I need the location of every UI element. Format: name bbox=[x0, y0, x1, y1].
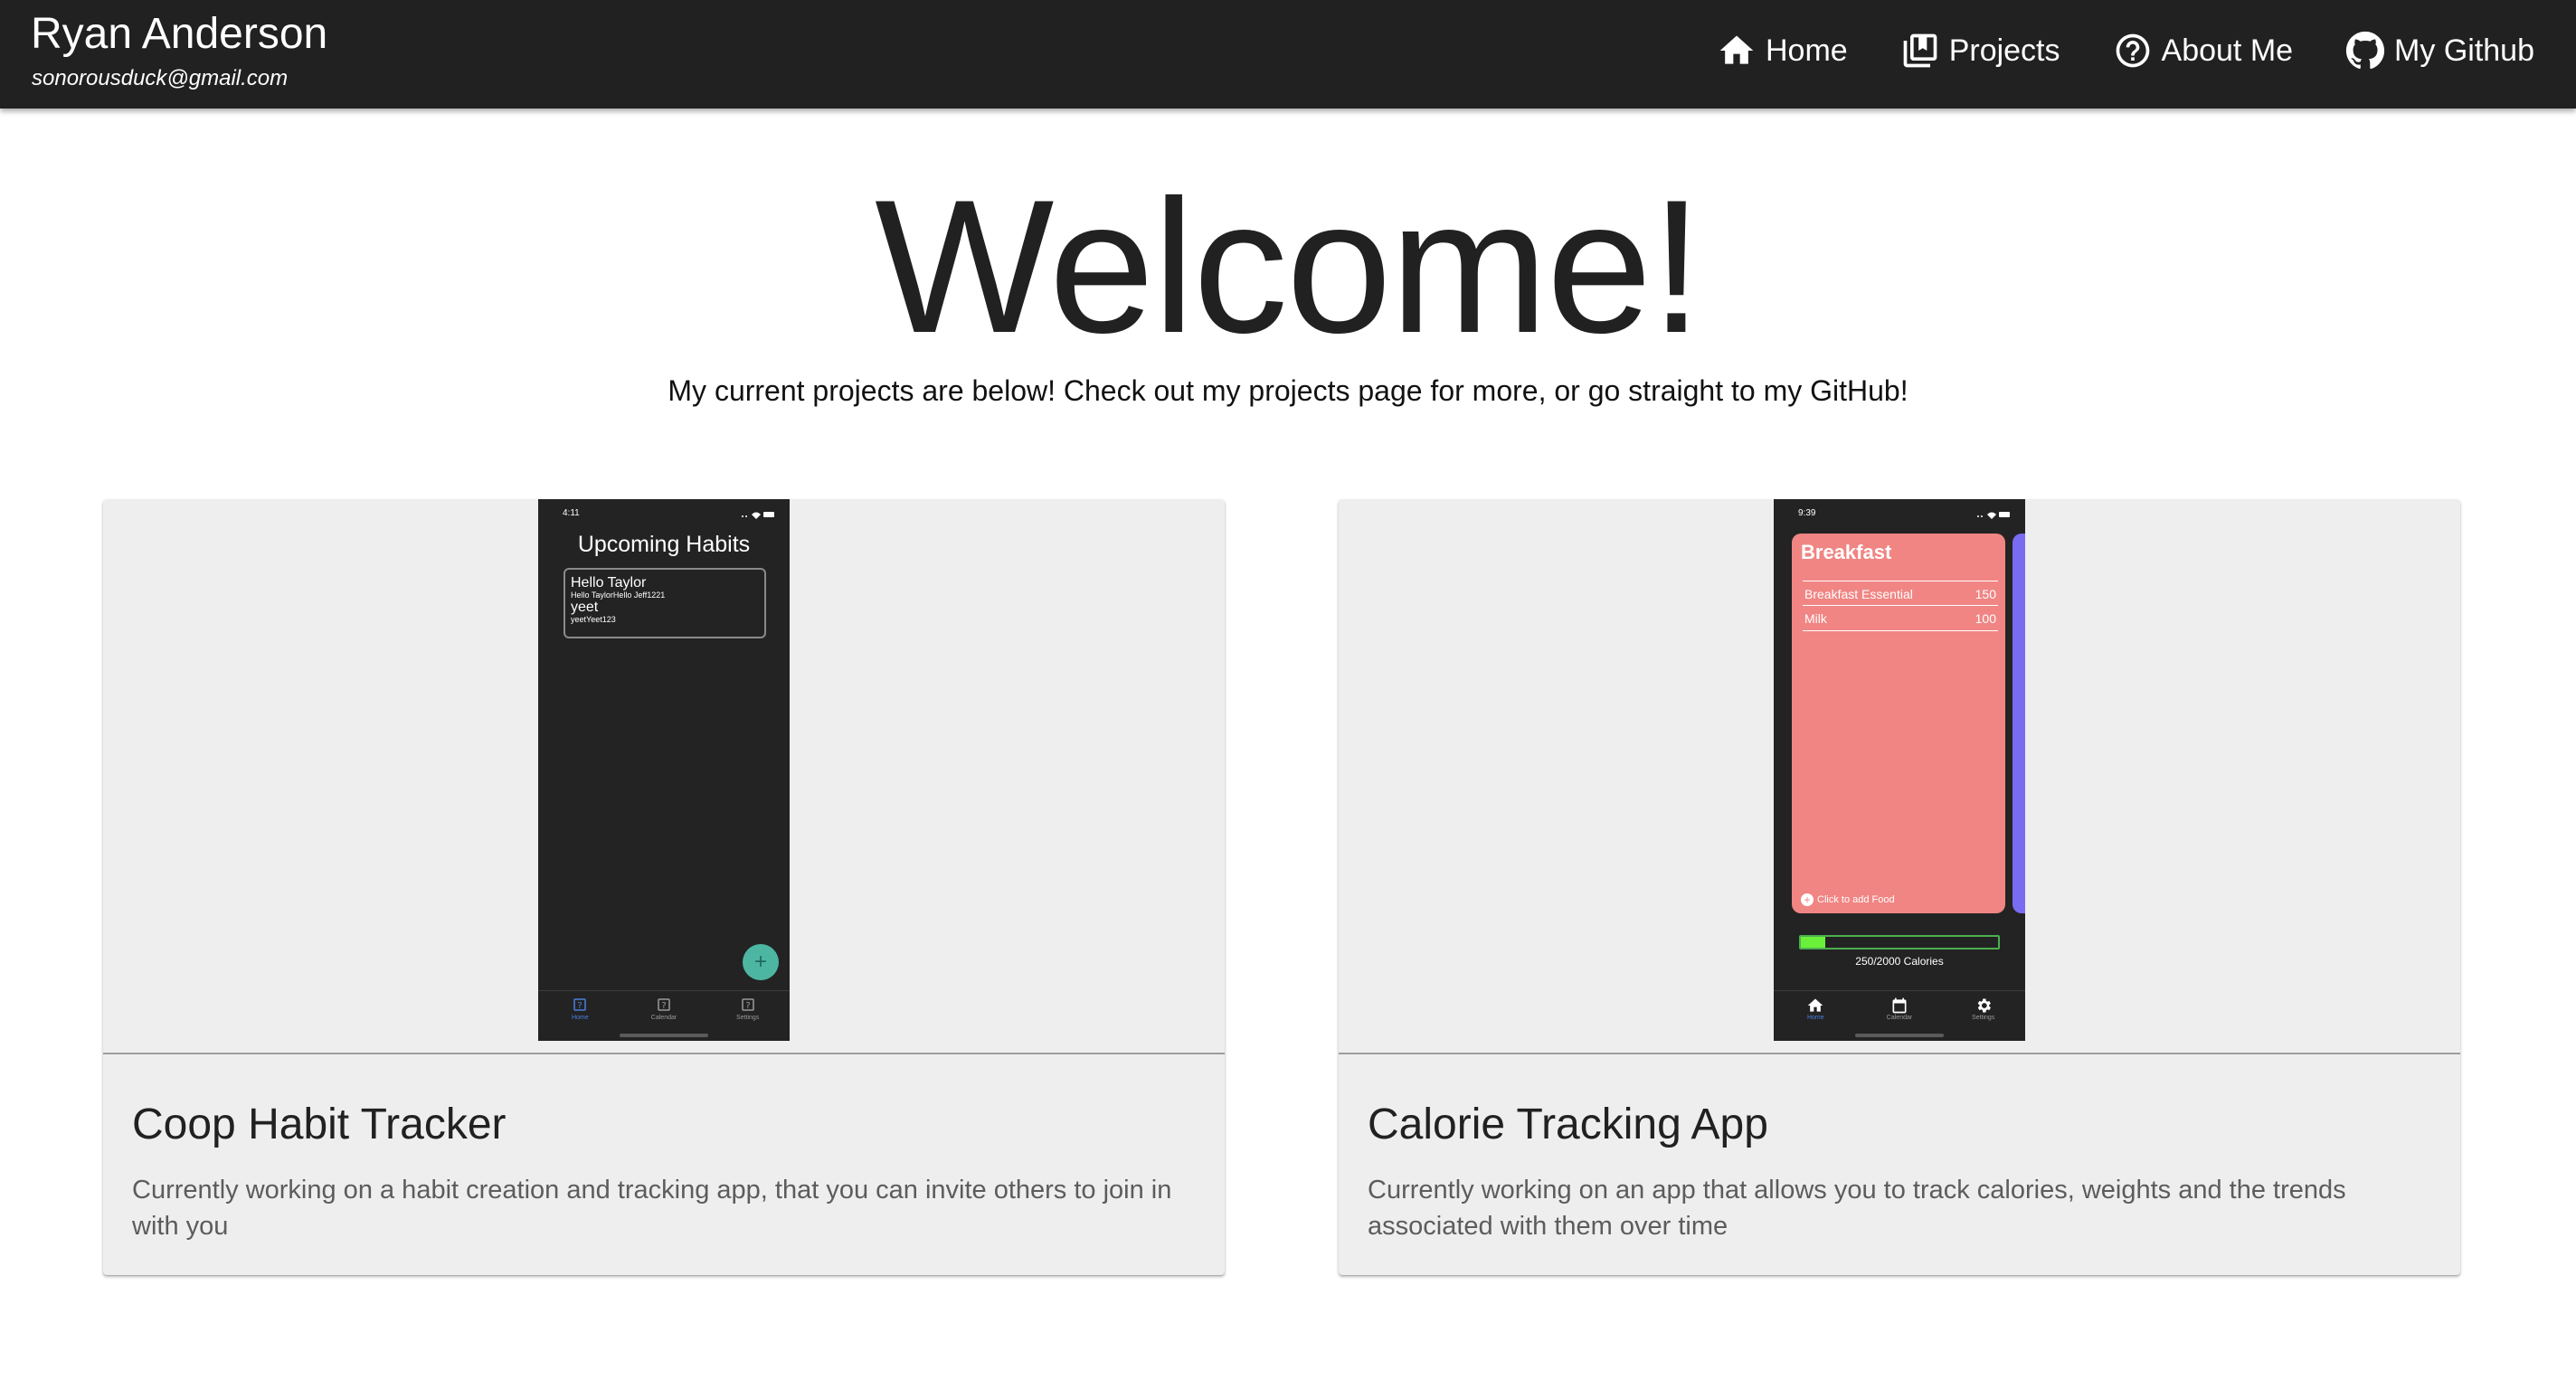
help-box-icon: ? bbox=[741, 998, 754, 1011]
site-owner-name: Ryan Anderson bbox=[31, 10, 328, 58]
home-icon bbox=[1717, 31, 1757, 71]
github-icon bbox=[2345, 31, 2385, 71]
project-card-habit-tracker[interactable]: 4:11 Upcoming Habits Hello Taylor Hello … bbox=[103, 499, 1225, 1275]
project-screenshot-area: 9:39 Breakfast Breakfast Essential 150 M… bbox=[1339, 499, 2460, 1054]
home-indicator bbox=[1855, 1034, 1944, 1037]
add-habit-fab: + bbox=[743, 944, 779, 980]
habit-list-box: Hello Taylor Hello TaylorHello Jeff1221 … bbox=[564, 568, 766, 638]
home-icon bbox=[1807, 998, 1823, 1012]
nav-about-label: About Me bbox=[2161, 33, 2294, 68]
upcoming-habits-heading: Upcoming Habits bbox=[577, 532, 751, 557]
svg-text:?: ? bbox=[578, 1001, 582, 1011]
tab-settings: Settings bbox=[1941, 991, 2025, 1041]
project-description: Currently working on an app that allows … bbox=[1368, 1176, 2346, 1241]
calendar-icon bbox=[1892, 997, 1907, 1014]
tab-label: Home bbox=[571, 1015, 589, 1021]
library-books-icon bbox=[1900, 31, 1940, 71]
project-screenshot-area: 4:11 Upcoming Habits Hello Taylor Hello … bbox=[103, 499, 1225, 1054]
phone-status-bar: 9:39 bbox=[1774, 508, 2025, 524]
calorie-app-screenshot: 9:39 Breakfast Breakfast Essential 150 M… bbox=[1774, 499, 2025, 1041]
habit-detail: yeetYeet123 bbox=[571, 615, 616, 624]
svg-text:?: ? bbox=[745, 1001, 750, 1011]
food-row: Milk 100 bbox=[1803, 606, 1998, 631]
nav-projects-link[interactable]: Projects bbox=[1900, 31, 2060, 71]
tab-label: Home bbox=[1806, 1015, 1824, 1021]
welcome-heading: Welcome! bbox=[875, 160, 1703, 373]
habit-name: Hello Taylor bbox=[571, 575, 647, 591]
plus-circle-icon: + bbox=[1801, 893, 1814, 906]
project-title: Coop Habit Tracker bbox=[132, 1101, 507, 1148]
tab-settings: ? Settings bbox=[706, 991, 790, 1041]
habit-app-screenshot: 4:11 Upcoming Habits Hello Taylor Hello … bbox=[538, 499, 790, 1041]
project-description: Currently working on a habit creation an… bbox=[132, 1176, 1172, 1241]
calorie-progress-text: 250/2000 Calories bbox=[1855, 955, 1944, 968]
project-title: Calorie Tracking App bbox=[1368, 1101, 1768, 1148]
meal-title: Breakfast bbox=[1801, 541, 1892, 563]
tab-label: Calendar bbox=[650, 1015, 677, 1021]
help-box-icon: ? bbox=[658, 998, 670, 1011]
add-food-label: Click to add Food bbox=[1817, 894, 1895, 905]
tab-label: Calendar bbox=[1886, 1015, 1913, 1021]
status-icons bbox=[1977, 512, 2010, 519]
tab-home: Home bbox=[1774, 991, 1858, 1041]
home-indicator bbox=[620, 1034, 708, 1037]
gear-icon bbox=[1977, 998, 1991, 1013]
welcome-subtitle: My current projects are below! Check out… bbox=[668, 374, 1908, 407]
nav-github-link[interactable]: My Github bbox=[2345, 31, 2534, 71]
tab-label: Settings bbox=[1972, 1015, 1995, 1021]
food-row: Breakfast Essential 150 bbox=[1803, 581, 1998, 606]
status-time: 4:11 bbox=[563, 508, 580, 518]
add-food-row: + Click to add Food bbox=[1801, 893, 1895, 906]
calorie-progress-bar bbox=[1799, 935, 2000, 950]
help-box-icon: ? bbox=[573, 998, 587, 1011]
nav-about-link[interactable]: About Me bbox=[2113, 31, 2294, 71]
habit-detail: Hello TaylorHello Jeff1221 bbox=[571, 591, 666, 600]
calorie-progress-fill bbox=[1801, 937, 1826, 948]
status-icons bbox=[742, 512, 774, 519]
project-card-calorie-tracker[interactable]: 9:39 Breakfast Breakfast Essential 150 M… bbox=[1339, 499, 2460, 1275]
habit-name: yeet bbox=[571, 600, 599, 615]
next-meal-card bbox=[2012, 534, 2025, 913]
food-calories: 100 bbox=[1975, 611, 1996, 626]
help-circle-icon bbox=[2113, 31, 2153, 71]
food-calories: 150 bbox=[1975, 587, 1996, 601]
site-owner-email: sonorousduck@gmail.com bbox=[32, 66, 289, 90]
tab-label: Settings bbox=[736, 1015, 760, 1021]
status-time: 9:39 bbox=[1798, 508, 1816, 518]
nav-projects-label: Projects bbox=[1948, 33, 2060, 68]
nav-github-label: My Github bbox=[2394, 33, 2534, 68]
svg-text:?: ? bbox=[661, 1001, 666, 1011]
breakfast-card: Breakfast Breakfast Essential 150 Milk 1… bbox=[1792, 534, 2005, 913]
nav-home-link[interactable]: Home bbox=[1717, 31, 1848, 71]
phone-status-bar: 4:11 bbox=[538, 508, 790, 524]
food-name: Milk bbox=[1804, 611, 1827, 626]
main-nav: Home Projects About Me My Github bbox=[1717, 0, 2534, 101]
tab-home: ? Home bbox=[538, 991, 622, 1041]
app-bar: Ryan Anderson sonorousduck@gmail.com Hom… bbox=[0, 0, 2576, 109]
nav-home-label: Home bbox=[1765, 33, 1848, 68]
food-name: Breakfast Essential bbox=[1804, 587, 1913, 601]
